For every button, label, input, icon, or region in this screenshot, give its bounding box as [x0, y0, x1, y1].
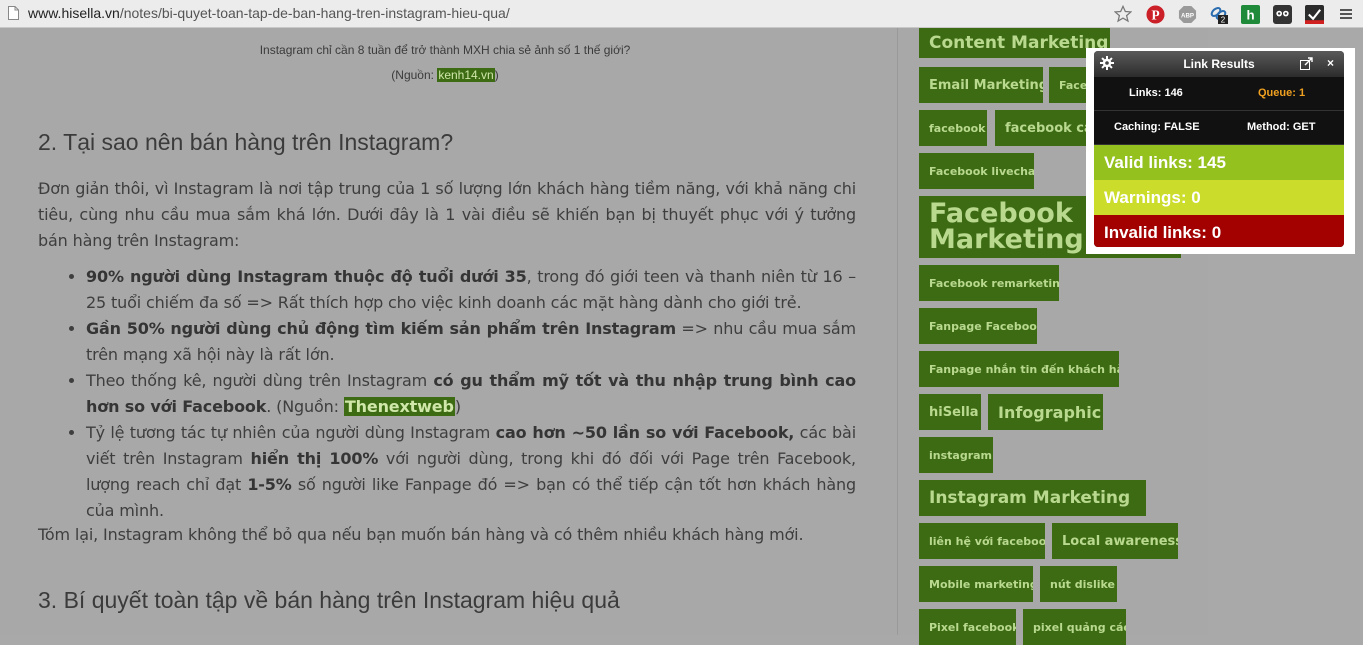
url-path: /notes/bi-quyet-toan-tap-de-ban-hang-tre…: [119, 5, 510, 21]
valid-links-row[interactable]: Valid links: 145: [1094, 145, 1344, 180]
list-item: Gần 50% người dùng chủ động tìm kiếm sản…: [86, 316, 856, 368]
tag-pixel-facebook[interactable]: Pixel facebook: [919, 609, 1016, 645]
checkmark-icon[interactable]: [1304, 4, 1324, 24]
tag-lien-he-voi-facebook[interactable]: liên hệ với facebook: [919, 523, 1045, 559]
bullet-bold: Gần 50% người dùng chủ động tìm kiếm sản…: [86, 319, 676, 338]
pinterest-icon[interactable]: P: [1145, 4, 1165, 24]
warnings-row[interactable]: Warnings: 0: [1094, 180, 1344, 215]
tag-instagram[interactable]: instagram: [919, 437, 993, 473]
bullet-bold: 1-5%: [247, 475, 292, 494]
svg-text:ABP: ABP: [1181, 12, 1194, 19]
h-extension-icon[interactable]: h: [1240, 4, 1260, 24]
bullet-bold: 90% người dùng Instagram thuộc độ tuổi d…: [86, 267, 527, 286]
tag-pixel-quang-cao[interactable]: pixel quảng cáo: [1023, 609, 1126, 645]
link-results-panel[interactable]: Link Results × Links: 146 Queue: 1 Cachi…: [1094, 51, 1344, 247]
summary-paragraph: Tóm lại, Instagram không thể bỏ qua nếu …: [38, 525, 804, 544]
svg-text:P: P: [1151, 7, 1159, 22]
intro-paragraph: Đơn giản thôi, vì Instagram là nơi tập t…: [38, 179, 856, 250]
list-item: Tỷ lệ tương tác tự nhiên của người dùng …: [86, 420, 856, 524]
list-item: 90% người dùng Instagram thuộc độ tuổi d…: [86, 264, 856, 316]
section-heading-3: 3. Bí quyết toàn tập về bán hàng trên In…: [38, 587, 620, 613]
tag-facebook[interactable]: facebook: [919, 110, 987, 146]
link-badge: 2: [1221, 16, 1226, 25]
tag-instagram-marketing[interactable]: Instagram Marketing: [919, 480, 1146, 516]
source-link-kenh14[interactable]: kenh14.vn: [437, 68, 495, 82]
caching-status: Caching: FALSE: [1114, 121, 1200, 133]
owl-icon[interactable]: [1272, 4, 1292, 24]
bullet-text: ): [454, 397, 461, 416]
url-host: www.hisella.vn: [28, 5, 120, 21]
stats-row-links: Links: 146 Queue: 1: [1094, 77, 1344, 111]
list-item: Theo thống kê, người dùng trên Instagram…: [86, 368, 856, 420]
link-checker-icon[interactable]: 2: [1209, 4, 1229, 24]
bullet-text: . (Nguồn:: [266, 397, 344, 416]
invalid-links-row[interactable]: Invalid links: 0: [1094, 215, 1344, 247]
bullet-bold: cao hơn ~50 lần so với Facebook,: [495, 423, 795, 442]
svg-text:h: h: [1246, 7, 1254, 22]
close-icon[interactable]: ×: [1327, 56, 1334, 70]
method-status: Method: GET: [1247, 121, 1316, 133]
tag-fanpage-facebook[interactable]: Fanpage Facebook: [919, 308, 1037, 344]
links-count: Links: 146: [1129, 87, 1183, 99]
tag-infographic[interactable]: Infographic: [988, 394, 1103, 430]
bullet-text: Theo thống kê, người dùng trên Instagram: [86, 371, 434, 390]
queue-count: Queue: 1: [1258, 87, 1306, 99]
section-heading-2: 2. Tại sao nên bán hàng trên Instagram?: [38, 129, 454, 155]
star-icon[interactable]: [1113, 4, 1133, 24]
tag-facebook-livechat[interactable]: Facebook livechat: [919, 153, 1034, 189]
tag-facebook-remarketing[interactable]: Facebook remarketing: [919, 265, 1059, 301]
bullet-bold: hiển thị 100%: [250, 449, 379, 468]
source-suffix: ): [494, 68, 499, 82]
menu-icon[interactable]: [1336, 4, 1356, 24]
bullet-list: 90% người dùng Instagram thuộc độ tuổi d…: [38, 264, 856, 524]
tag-fanpage-nhan-tin[interactable]: Fanpage nhắn tin đến khách hàng: [919, 351, 1119, 387]
panel-header: Link Results ×: [1094, 51, 1344, 77]
tag-local-awareness[interactable]: Local awareness: [1052, 523, 1178, 559]
tag-content-marketing[interactable]: Content Marketing: [919, 28, 1110, 58]
bullet-text: Tỷ lệ tương tác tự nhiên của người dùng …: [86, 423, 496, 442]
page-icon: [8, 6, 19, 20]
url-text[interactable]: www.hisella.vn/notes/bi-quyet-toan-tap-d…: [28, 5, 510, 21]
address-bar[interactable]: www.hisella.vn/notes/bi-quyet-toan-tap-d…: [0, 0, 1363, 28]
tag-hisella[interactable]: hiSella: [919, 394, 981, 430]
source-prefix: (Nguồn:: [391, 68, 438, 82]
tag-nut-dislike[interactable]: nút dislike: [1040, 566, 1117, 602]
image-caption: Instagram chỉ cần 8 tuần để trở thành MX…: [259, 43, 631, 57]
source-link-thenextweb[interactable]: Thenextweb: [343, 397, 455, 416]
tag-mobile-marketing[interactable]: Mobile marketing: [919, 566, 1033, 602]
adblock-icon[interactable]: ABP: [1177, 4, 1197, 24]
image-caption-source: (Nguồn: kenh14.vn): [0, 68, 890, 82]
stats-row-settings: Caching: FALSE Method: GET: [1094, 111, 1344, 145]
tag-email-marketing[interactable]: Email Marketing: [919, 67, 1043, 103]
popout-icon[interactable]: [1300, 57, 1313, 70]
